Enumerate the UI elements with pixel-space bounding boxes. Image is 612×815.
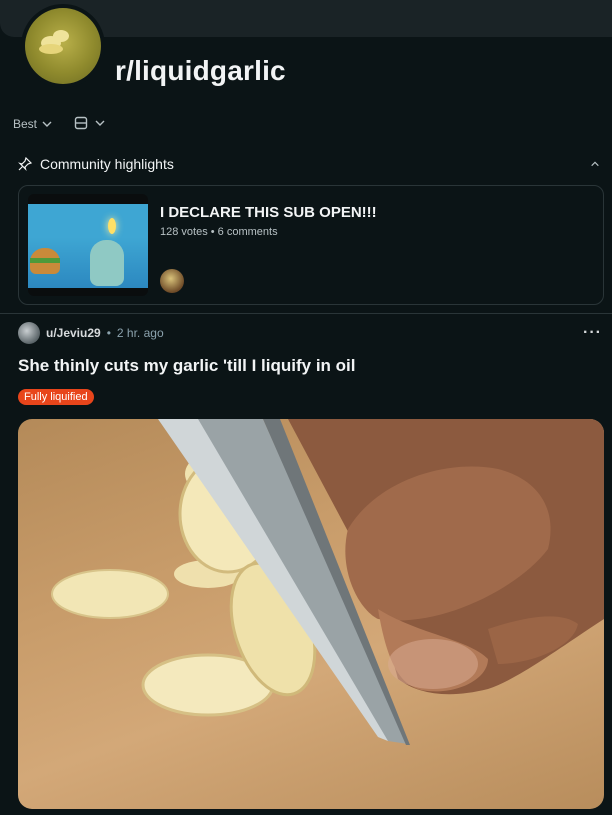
highlight-thumbnail <box>28 194 148 296</box>
ellipsis-icon[interactable]: ··· <box>583 324 602 342</box>
highlight-meta: 128 votes • 6 comments <box>160 226 278 238</box>
post-flair[interactable]: Fully liquified <box>18 389 94 405</box>
highlight-card[interactable]: I DECLARE THIS SUB OPEN!!! 128 votes • 6… <box>18 185 604 305</box>
sort-dropdown[interactable]: Best <box>13 117 53 131</box>
community-highlights-header[interactable]: Community highlights <box>18 156 600 172</box>
post-image[interactable] <box>18 419 604 809</box>
chevron-up-icon[interactable] <box>590 159 600 169</box>
highlight-title: I DECLARE THIS SUB OPEN!!! <box>160 204 377 221</box>
pin-icon <box>18 157 32 171</box>
highlights-heading: Community highlights <box>40 156 174 172</box>
divider <box>0 313 612 314</box>
view-layout-dropdown[interactable] <box>74 116 106 130</box>
meta-separator: • <box>106 326 111 340</box>
post-header: u/Jeviu29 • 2 hr. ago ··· <box>18 322 602 344</box>
post-timestamp: 2 hr. ago <box>116 326 164 340</box>
sort-label: Best <box>13 117 38 131</box>
chevron-down-icon <box>95 120 105 126</box>
subreddit-title: r/liquidgarlic <box>115 55 286 86</box>
avatar[interactable] <box>18 322 40 344</box>
community-avatar-image <box>25 8 101 84</box>
post-title[interactable]: She thinly cuts my garlic 'till I liquif… <box>18 356 356 376</box>
chevron-down-icon <box>42 121 52 127</box>
highlight-author-avatar <box>160 269 184 293</box>
post-author[interactable]: u/Jeviu29 <box>46 326 101 340</box>
community-avatar[interactable] <box>21 4 105 88</box>
card-layout-icon <box>74 116 88 130</box>
